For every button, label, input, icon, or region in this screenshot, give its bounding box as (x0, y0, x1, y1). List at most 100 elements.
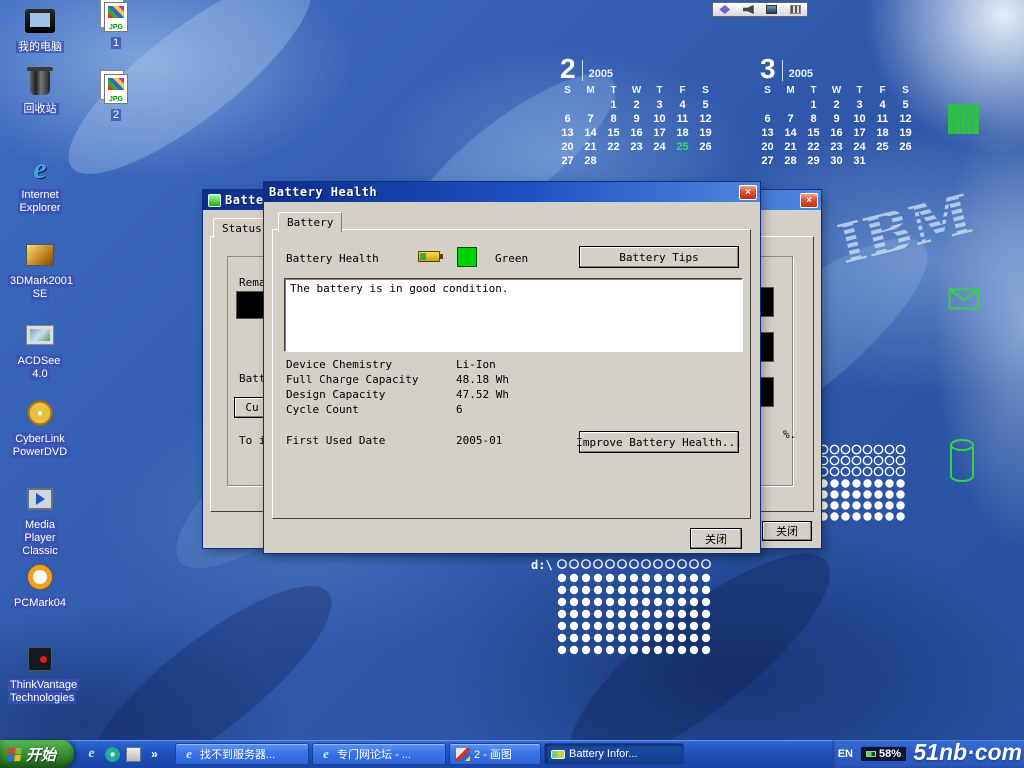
desktop-icon-label: ACDSee 4.0 (8, 355, 72, 381)
desktop-icon-recycle-bin[interactable]: 回收站 (8, 66, 72, 116)
tab-status[interactable]: Status (213, 218, 271, 238)
battery-info-title: Batte (225, 193, 264, 207)
language-indicator[interactable]: EN (838, 748, 853, 760)
battery-tray-icon (866, 751, 876, 757)
field-label: Design Capacity (286, 388, 456, 401)
battery-info-window-icon (208, 194, 221, 207)
field-label: First Used Date (286, 434, 456, 447)
improve-battery-health-button[interactable]: Improve Battery Health... (579, 431, 739, 453)
jpg-2-icon: JPG (84, 72, 148, 106)
battery-tips-button[interactable]: Battery Tips (579, 246, 739, 268)
desktop-icon-3dmark2001-se[interactable]: 3DMark2001 SE (8, 238, 72, 301)
task-buttons: e 找不到服务器... e 专门网论坛 - ... 2 - 画图 Battery Info… (171, 743, 832, 765)
field-value: Li-Ion (456, 358, 496, 371)
keyboard-icon[interactable] (790, 5, 801, 14)
desktop-icon-media-player-classic[interactable]: Media Player Classic (8, 482, 72, 558)
field-value: 2005-01 (456, 434, 502, 447)
close-icon[interactable]: × (800, 193, 818, 208)
desktop: 22005SMTWTFS1234567891011121314151617181… (0, 0, 1024, 768)
task-button-label: 找不到服务器... (200, 746, 275, 762)
desktop-icon-jpg-2[interactable]: JPG 2 (84, 72, 148, 122)
tab-battery[interactable]: Battery (278, 212, 342, 232)
battery-icon (551, 750, 565, 759)
battery-indicator[interactable]: 58% (860, 746, 907, 762)
condition-textbox[interactable]: The battery is in good condition. (284, 278, 743, 352)
desktop-icon-jpg-1[interactable]: JPG 1 (84, 0, 148, 50)
battery-field-row: Cycle Count6 (286, 403, 509, 418)
desktop-icon-label: 1 (84, 37, 148, 50)
desktop-icon-label: ThinkVantage Technologies (8, 679, 72, 705)
battery-field-row: Full Charge Capacity48.18 Wh (286, 373, 509, 388)
close-button[interactable]: 关闭 (690, 528, 742, 549)
recycle-bin-icon (8, 66, 72, 100)
health-status-indicator (457, 247, 477, 267)
volume-icon[interactable] (743, 5, 754, 14)
internet-explorer-icon: e (8, 152, 72, 186)
field-value: 47.52 Wh (456, 388, 509, 401)
close-icon[interactable]: × (739, 185, 757, 200)
battery-health-dialog: Battery Health × Battery Battery Health … (264, 182, 760, 553)
desktop-icon-label: Media Player Classic (8, 519, 72, 558)
task-button-4[interactable]: Battery Infor... (544, 743, 684, 765)
show-desktop-icon[interactable] (126, 747, 141, 762)
health-status-text: Green (495, 252, 528, 265)
ie-icon: e (319, 748, 333, 761)
jpg-1-icon: JPG (84, 0, 148, 34)
battery-icon (418, 251, 440, 262)
thinkvantage-icon (8, 642, 72, 676)
field-value: 6 (456, 403, 463, 416)
paint-icon (456, 748, 470, 761)
desktop-icon-label: 2 (84, 109, 148, 122)
desktop-icon-my-computer[interactable]: 我的电脑 (8, 4, 72, 54)
battery-fields: Device ChemistryLi-IonFull Charge Capaci… (286, 358, 509, 418)
field-label: Device Chemistry (286, 358, 456, 371)
desktop-icon-acdsee[interactable]: ACDSee 4.0 (8, 318, 72, 381)
ie-icon: e (182, 748, 196, 761)
task-button-label: 2 - 画图 (474, 746, 512, 762)
battery-health-titlebar[interactable]: Battery Health × (264, 182, 760, 202)
task-button-1[interactable]: e 找不到服务器... (175, 743, 309, 765)
battery-health-label: Battery Health (286, 252, 379, 265)
desktop-icon-thinkvantage[interactable]: ThinkVantage Technologies (8, 642, 72, 705)
battery-field-row: Design Capacity47.52 Wh (286, 388, 509, 403)
acdsee-icon (8, 318, 72, 352)
desktop-icon-cyberlink-powerdvd[interactable]: CyberLink PowerDVD (8, 396, 72, 459)
desktop-icon-label: PCMark04 (8, 597, 72, 610)
desktop-icon-label: 3DMark2001 SE (8, 275, 72, 301)
taskbar: 开始 e» e找不到服务器...e专门网论坛 - ...2 - 画图Batter… (0, 740, 1024, 768)
desktop-icon-pcmark04[interactable]: PCMark04 (8, 560, 72, 610)
task-button-label: 专门网论坛 - ... (337, 746, 411, 762)
task-button-3[interactable]: 2 - 画图 (449, 743, 541, 765)
to-label: To i (239, 434, 266, 447)
floating-toolbar (712, 2, 808, 17)
task-button-2[interactable]: e 专门网论坛 - ... (312, 743, 446, 765)
display-icon[interactable] (766, 5, 777, 14)
battery-field-row: Device ChemistryLi-Ion (286, 358, 509, 373)
field-value: 48.18 Wh (456, 373, 509, 386)
cyberlink-powerdvd-icon (8, 396, 72, 430)
percent-label: %. (783, 428, 796, 441)
start-button[interactable]: 开始 (0, 740, 74, 768)
media-player-icon[interactable] (105, 747, 120, 762)
system-tray: EN 58% (832, 740, 1024, 768)
battery-gauge (236, 291, 264, 319)
chevron-expand-icon[interactable]: » (147, 747, 162, 762)
ie-icon[interactable]: e (84, 747, 99, 762)
desktop-icon-label: 我的电脑 (8, 41, 72, 54)
battery-health-tab-page: Battery Health Green Battery Tips The ba… (272, 229, 751, 519)
desktop-icon-label: CyberLink PowerDVD (8, 433, 72, 459)
windows-logo-icon (7, 748, 22, 761)
quick-launch: e» (74, 747, 171, 762)
first-used-row: First Used Date2005-01 (286, 434, 502, 449)
task-button-label: Battery Infor... (569, 748, 637, 760)
3dmark2001-se-icon (8, 238, 72, 272)
input-language-icon[interactable] (719, 5, 730, 14)
pcmark04-icon (8, 560, 72, 594)
close-button[interactable]: 关闭 (762, 521, 812, 541)
battery-percent: 58% (879, 748, 901, 760)
desktop-icon-internet-explorer[interactable]: e Internet Explorer (8, 152, 72, 215)
desktop-icon-label: Internet Explorer (8, 189, 72, 215)
battery-health-title: Battery Health (269, 185, 377, 199)
start-label: 开始 (26, 744, 56, 765)
field-label: Cycle Count (286, 403, 456, 416)
